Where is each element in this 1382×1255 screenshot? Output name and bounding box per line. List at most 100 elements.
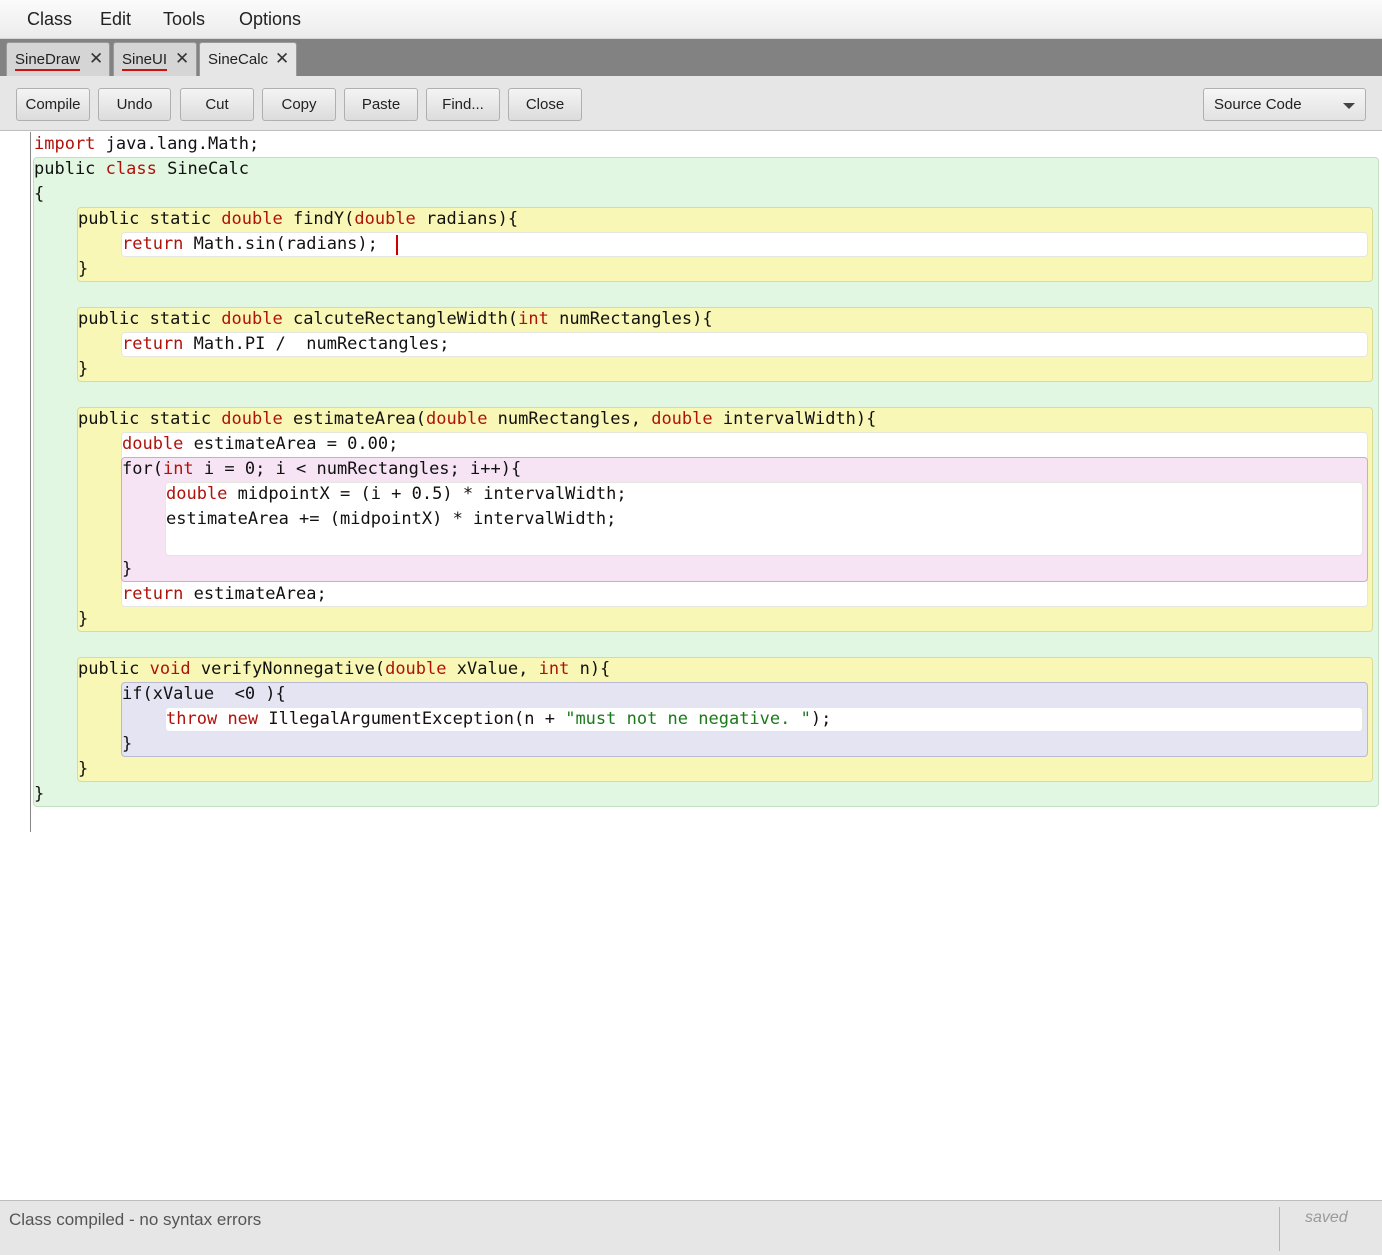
- code-keyword: int: [538, 659, 570, 679]
- copy-button[interactable]: Copy: [262, 88, 336, 121]
- code-text: radians){: [415, 209, 519, 229]
- code-keyword: return: [122, 234, 184, 254]
- tab-sinedraw[interactable]: SineDraw ✕: [6, 42, 110, 76]
- code-text: SineCalc: [156, 159, 249, 179]
- code-text: n){: [569, 659, 611, 679]
- menu-edit[interactable]: Edit: [100, 9, 131, 30]
- code-line[interactable]: public static double findY(double radian…: [78, 207, 518, 232]
- code-keyword: double: [385, 659, 447, 679]
- text-cursor: [396, 235, 398, 255]
- saved-indicator: saved: [1305, 1209, 1348, 1226]
- code-line[interactable]: public static double calcuteRectangleWid…: [78, 307, 713, 332]
- code-line[interactable]: {: [34, 182, 44, 207]
- code-text: i = 0; i < numRectangles; i++){: [193, 459, 522, 479]
- tab-label: SineUI: [122, 51, 168, 71]
- tab-label: SineCalc: [208, 51, 269, 68]
- code-text: Math.sin(radians);: [183, 234, 378, 254]
- code-text: calcuteRectangleWidth(: [282, 309, 519, 329]
- code-keyword: double: [221, 309, 283, 329]
- status-bar: Class compiled - no syntax errors saved: [0, 1200, 1382, 1255]
- close-icon[interactable]: ✕: [89, 50, 103, 68]
- code-line[interactable]: public class SineCalc: [34, 157, 249, 182]
- code-line[interactable]: }: [78, 607, 88, 632]
- code-keyword: double: [426, 409, 488, 429]
- cut-button[interactable]: Cut: [180, 88, 254, 121]
- code-text: }: [78, 259, 89, 279]
- code-text: verifyNonnegative(: [190, 659, 386, 679]
- status-divider: [1279, 1207, 1280, 1251]
- status-message: Class compiled - no syntax errors: [9, 1210, 262, 1229]
- code-line[interactable]: return Math.sin(radians);: [122, 232, 378, 257]
- close-button[interactable]: Close: [508, 88, 582, 121]
- code-text: public: [34, 159, 106, 179]
- code-line[interactable]: }: [122, 732, 132, 757]
- code-text: public: [78, 659, 150, 679]
- code-line[interactable]: throw new IllegalArgumentException(n + "…: [166, 707, 831, 732]
- code-text: estimateArea += (midpointX) * intervalWi…: [166, 509, 617, 529]
- code-text: for(: [122, 459, 163, 479]
- code-text: estimateArea = 0.00;: [183, 434, 399, 454]
- code-keyword: class: [105, 159, 157, 179]
- code-text: public static: [78, 209, 222, 229]
- code-keyword: return: [122, 584, 184, 604]
- code-keyword: double: [166, 484, 228, 504]
- code-text: IllegalArgumentException(n +: [258, 709, 566, 729]
- tab-label: SineDraw: [15, 51, 81, 71]
- code-line[interactable]: return Math.PI / numRectangles;: [122, 332, 450, 357]
- code-line[interactable]: public void verifyNonnegative(double xVa…: [78, 657, 610, 682]
- code-text: }: [78, 359, 89, 379]
- close-icon[interactable]: ✕: [275, 50, 289, 68]
- code-keyword: new: [227, 709, 259, 729]
- code-line[interactable]: if(xValue <0 ){: [122, 682, 286, 707]
- paste-button[interactable]: Paste: [344, 88, 418, 121]
- code-line[interactable]: }: [78, 757, 88, 782]
- undo-button[interactable]: Undo: [98, 88, 171, 121]
- menu-options[interactable]: Options: [239, 9, 301, 30]
- tab-bar: SineDraw ✕ SineUI ✕ SineCalc ✕: [0, 39, 1382, 77]
- find-button[interactable]: Find...: [426, 88, 500, 121]
- code-text: }: [34, 784, 45, 804]
- code-text: }: [122, 559, 133, 579]
- code-line[interactable]: double estimateArea = 0.00;: [122, 432, 398, 457]
- code-editor[interactable]: import java.lang.Math; public class SineC…: [0, 132, 1382, 1200]
- code-text: Math.PI / numRectangles;: [183, 334, 450, 354]
- menu-bar: Class Edit Tools Options: [0, 0, 1382, 39]
- code-keyword: double: [221, 409, 283, 429]
- code-line[interactable]: }: [122, 557, 132, 582]
- tab-sineui[interactable]: SineUI ✕: [113, 42, 197, 76]
- code-keyword: double: [354, 209, 416, 229]
- code-string: "must not ne negative. ": [565, 709, 811, 729]
- code-text: public static: [78, 409, 222, 429]
- view-select-value: Source Code: [1214, 96, 1302, 113]
- code-text: midpointX = (i + 0.5) * intervalWidth;: [227, 484, 627, 504]
- code-keyword: import: [34, 134, 96, 154]
- code-text: public static: [78, 309, 222, 329]
- code-line[interactable]: }: [34, 782, 44, 807]
- code-text: estimateArea(: [282, 409, 427, 429]
- code-text: if(xValue <0 ){: [122, 684, 286, 704]
- code-keyword: return: [122, 334, 184, 354]
- code-text: intervalWidth){: [712, 409, 877, 429]
- code-line[interactable]: return estimateArea;: [122, 582, 327, 607]
- code-text: }: [122, 734, 133, 754]
- code-line[interactable]: import java.lang.Math;: [34, 132, 259, 157]
- code-keyword: double: [651, 409, 713, 429]
- code-line[interactable]: public static double estimateArea(double…: [78, 407, 876, 432]
- close-icon[interactable]: ✕: [175, 50, 189, 68]
- code-keyword: throw: [166, 709, 218, 729]
- code-line[interactable]: for(int i = 0; i < numRectangles; i++){: [122, 457, 521, 482]
- code-line[interactable]: estimateArea += (midpointX) * intervalWi…: [166, 507, 616, 532]
- view-select[interactable]: Source Code: [1203, 88, 1366, 121]
- menu-class[interactable]: Class: [27, 9, 72, 30]
- code-text: java.lang.Math;: [95, 134, 260, 154]
- code-line[interactable]: double midpointX = (i + 0.5) * intervalW…: [166, 482, 627, 507]
- code-keyword: int: [518, 309, 549, 329]
- code-text: {: [34, 184, 45, 204]
- toolbar: Compile Undo Cut Copy Paste Find... Clos…: [0, 76, 1382, 131]
- code-line[interactable]: }: [78, 357, 88, 382]
- compile-button[interactable]: Compile: [16, 88, 90, 121]
- code-text: numRectangles){: [548, 309, 713, 329]
- code-line[interactable]: }: [78, 257, 88, 282]
- tab-sinecalc[interactable]: SineCalc ✕: [199, 42, 297, 77]
- menu-tools[interactable]: Tools: [163, 9, 205, 30]
